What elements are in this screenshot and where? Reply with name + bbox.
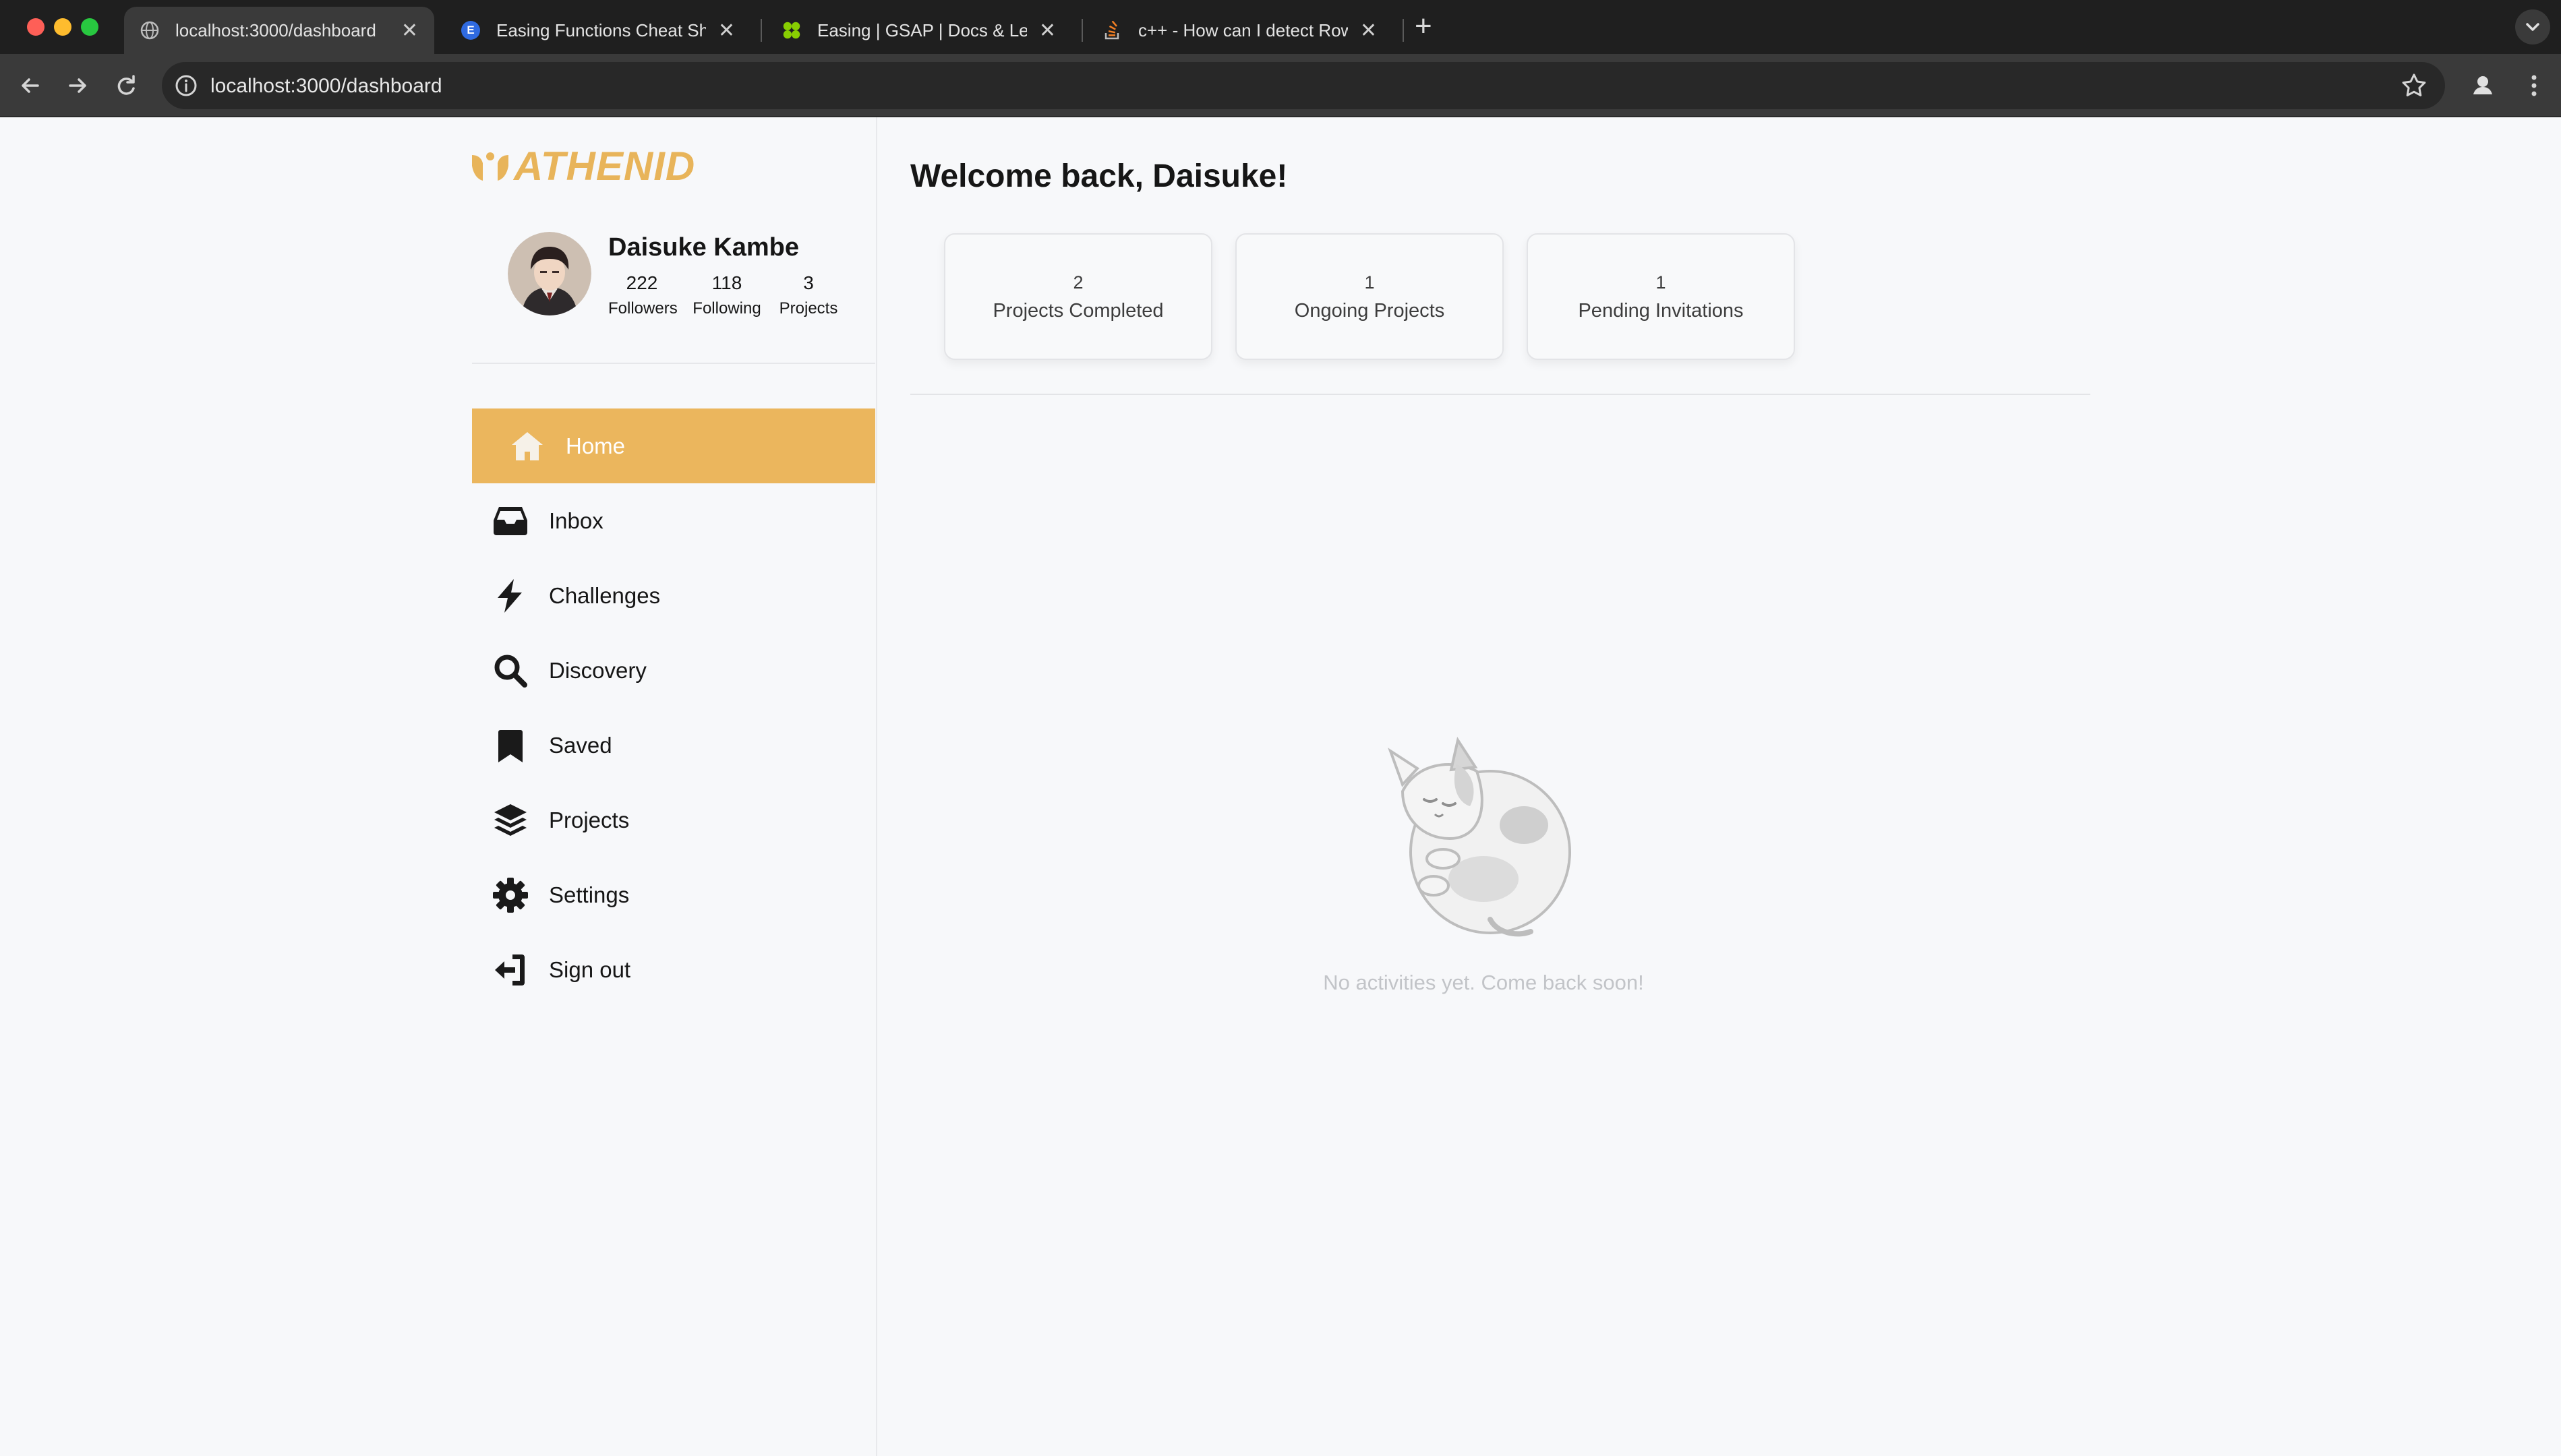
stackoverflow-icon	[1103, 21, 1122, 40]
tab-search-button[interactable]	[2515, 9, 2550, 44]
tab-separator	[1403, 19, 1404, 42]
sidebar-item-label: Home	[566, 433, 626, 458]
browser-tab-stackoverflow[interactable]: c++ - How can I detect Rows ✕	[1087, 7, 1393, 54]
tab-title: Easing | GSAP | Docs & Learning	[817, 20, 1027, 40]
globe-icon	[140, 21, 159, 40]
site-info-icon[interactable]	[174, 73, 198, 98]
person-icon	[2473, 76, 2492, 94]
following-count: 118	[711, 272, 742, 293]
new-tab-button[interactable]: +	[1415, 9, 1432, 43]
tab-close-icon[interactable]: ✕	[718, 19, 735, 42]
sidebar-item-challenges[interactable]: Challenges	[472, 558, 875, 633]
window-close-button[interactable]	[27, 18, 45, 36]
sidebar-divider	[876, 117, 877, 1456]
lightning-icon	[498, 578, 522, 613]
stat-card-label: Ongoing Projects	[1294, 300, 1445, 322]
tab-title: localhost:3000/dashboard	[175, 20, 376, 40]
page-title: Welcome back, Daisuke!	[910, 158, 1288, 194]
back-arrow-icon[interactable]	[13, 69, 47, 102]
sidebar-item-label: Inbox	[549, 508, 604, 533]
projects-stat[interactable]: 3 Projects	[775, 272, 842, 318]
user-avatar-illustration	[508, 232, 591, 315]
sidebar-item-saved[interactable]: Saved	[472, 708, 875, 783]
inbox-icon	[494, 506, 527, 535]
window-minimize-button[interactable]	[54, 18, 71, 36]
forward-arrow-icon[interactable]	[61, 69, 94, 102]
sidebar-item-label: Settings	[549, 882, 630, 907]
tab-close-icon[interactable]: ✕	[1039, 19, 1056, 42]
sidebar-item-inbox[interactable]: Inbox	[472, 483, 875, 558]
bookmark-icon	[498, 729, 523, 762]
sidebar-item-home[interactable]: Home	[472, 408, 875, 483]
content-divider	[910, 394, 2090, 395]
followers-count: 222	[626, 272, 658, 293]
stat-card-label: Projects Completed	[993, 300, 1164, 322]
sleeping-cat-illustration	[1388, 736, 1571, 937]
sidebar-item-label: Sign out	[549, 957, 631, 982]
gsap-favicon-icon	[782, 21, 801, 40]
stat-card-label: Pending Invitations	[1578, 300, 1744, 322]
sidebar-item-settings[interactable]: Settings	[472, 857, 875, 932]
followers-stat[interactable]: 222 Followers	[608, 272, 678, 318]
athenid-logo[interactable]: ATHENID	[471, 144, 715, 189]
browser-tab-strip: localhost:3000/dashboard ✕ E Easing Func…	[0, 0, 2561, 54]
tab-separator	[761, 19, 762, 42]
tab-close-icon[interactable]: ✕	[401, 19, 418, 42]
brand-name: ATHENID	[514, 144, 696, 189]
browser-menu-icon[interactable]	[2521, 69, 2548, 102]
athenid-logo-icon	[472, 152, 508, 181]
app-page: ATHENID Daisuke Kambe 222 Followers 118 …	[0, 117, 2561, 1456]
sidebar-item-label: Projects	[549, 807, 630, 832]
sign-out-icon	[495, 954, 525, 985]
projects-count: 3	[803, 272, 814, 293]
sidebar-item-label: Saved	[549, 732, 612, 758]
projects-label: Projects	[779, 299, 838, 317]
sidebar-item-discovery[interactable]: Discovery	[472, 633, 875, 708]
tab-close-icon[interactable]: ✕	[1360, 19, 1377, 42]
sidebar-item-sign-out[interactable]: Sign out	[472, 932, 875, 1007]
sidebar-item-label: Discovery	[549, 657, 647, 683]
browser-tab-dashboard[interactable]: localhost:3000/dashboard ✕	[124, 7, 434, 54]
layers-icon	[494, 803, 527, 836]
avatar[interactable]	[508, 232, 591, 315]
chevron-down-icon	[2526, 23, 2539, 31]
browser-tab-easing-cheat-sheet[interactable]: E Easing Functions Cheat Sheet ✕	[445, 7, 751, 54]
bookmark-star-icon[interactable]	[2397, 69, 2431, 102]
tab-separator	[1082, 19, 1083, 42]
browser-tab-gsap-easing[interactable]: Easing | GSAP | Docs & Learning ✕	[766, 7, 1072, 54]
stat-card-ongoing-projects[interactable]: 1 Ongoing Projects	[1235, 233, 1504, 360]
address-bar[interactable]: localhost:3000/dashboard	[162, 62, 2445, 109]
following-label: Following	[693, 299, 761, 317]
empty-state-message: No activities yet. Come back soon!	[1323, 971, 1644, 994]
browser-profile-button[interactable]	[2465, 67, 2501, 104]
tab-title: Easing Functions Cheat Sheet	[496, 20, 706, 40]
followers-label: Followers	[608, 299, 678, 317]
home-icon	[512, 431, 543, 460]
reload-icon[interactable]	[109, 69, 143, 102]
stat-card-value: 1	[1364, 272, 1375, 293]
easings-favicon-icon: E	[461, 21, 480, 40]
url-text: localhost:3000/dashboard	[210, 75, 442, 97]
tab-title: c++ - How can I detect Rows	[1138, 20, 1348, 40]
user-name: Daisuke Kambe	[608, 233, 800, 262]
profile-divider	[472, 363, 875, 364]
window-zoom-button[interactable]	[81, 18, 98, 36]
search-icon	[494, 655, 527, 688]
stat-card-value: 2	[1073, 272, 1084, 293]
browser-toolbar: localhost:3000/dashboard	[0, 54, 2561, 117]
sidebar-nav: Home Inbox Challenges Discovery Saved Pr…	[472, 408, 875, 1007]
gear-icon	[493, 877, 528, 913]
sidebar-item-projects[interactable]: Projects	[472, 783, 875, 857]
sidebar-item-label: Challenges	[549, 582, 661, 608]
stat-card-projects-completed[interactable]: 2 Projects Completed	[944, 233, 1212, 360]
stat-card-value: 1	[1655, 272, 1666, 293]
stat-card-pending-invitations[interactable]: 1 Pending Invitations	[1527, 233, 1795, 360]
following-stat[interactable]: 118 Following	[690, 272, 763, 318]
